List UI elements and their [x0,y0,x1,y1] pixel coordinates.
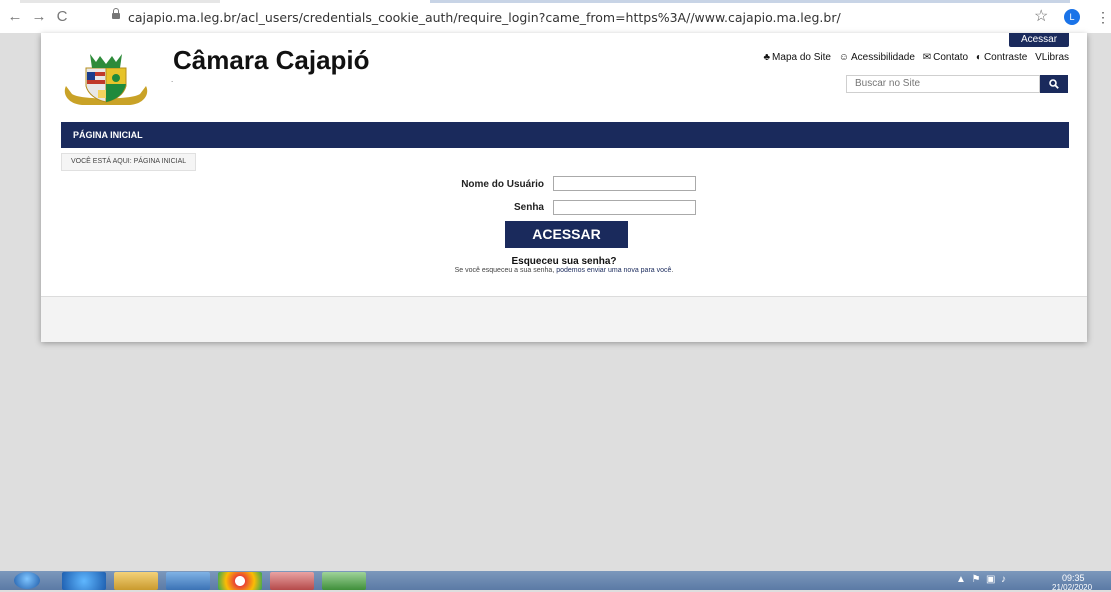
chrome-icon[interactable] [218,572,262,590]
tab-strip-edge [20,0,220,3]
search-input[interactable] [846,75,1040,93]
main-navigation: PÁGINA INICIAL [61,122,1069,148]
lock-icon [112,8,120,19]
accessibility-link[interactable]: ☺ Acessibilidade [839,52,915,63]
sitemap-link[interactable]: ♣ Mapa do Site [763,52,831,63]
username-input[interactable] [553,176,696,191]
utility-links: ♣ Mapa do Site ☺ Acessibilidade ✉ Contato ◐… [41,52,1069,63]
contrast-link[interactable]: ◐ Contraste [976,52,1027,63]
start-button[interactable] [14,572,40,589]
file-explorer-icon[interactable] [114,572,158,590]
page-viewport: Câmara Cajapió . Acessar ♣ Mapa do Site ☺… [0,33,1111,571]
login-submit-button[interactable]: ACESSAR [505,221,628,248]
browser-menu-icon[interactable]: ⋮ [1096,7,1110,27]
footer [41,296,1087,342]
breadcrumb: VOCÊ ESTÁ AQUI: PÁGINA INICIAL [61,153,197,171]
browser-toolbar: ← → C cajapio.ma.leg.br/acl_users/creden… [0,0,1111,33]
site-container: Câmara Cajapió . Acessar ♣ Mapa do Site ☺… [41,33,1087,342]
forgot-password-text: Se você esqueceu a sua senha, podemos en… [41,267,1087,274]
contrast-icon: ◐ [975,52,982,63]
clock-time[interactable]: 09:35 [1062,573,1085,583]
address-bar[interactable]: cajapio.ma.leg.br/acl_users/credentials_… [101,7,1047,28]
envelope-icon: ✉ [922,52,932,63]
accessibility-icon: ☺ [838,52,849,63]
media-player-icon[interactable] [166,572,210,590]
profile-avatar[interactable]: L [1064,9,1080,25]
contrast-link-label: Contraste [983,52,1028,63]
clock-date[interactable]: 21/02/2020 [1052,583,1092,592]
forgot-password-title: Esqueceu sua senha? [511,256,617,267]
address-bar-url: cajapio.ma.leg.br/acl_users/credentials_… [128,10,841,25]
internet-explorer-icon[interactable] [62,572,106,590]
password-label: Senha [513,202,544,213]
contact-link-label: Contato [933,52,969,63]
reset-password-link[interactable]: podemos enviar uma nova para você [556,267,671,274]
forward-arrow-icon[interactable]: → [30,8,48,26]
back-arrow-icon[interactable]: ← [6,8,24,26]
search-button[interactable] [1040,75,1068,93]
system-tray[interactable]: ▲ ⚑ ▣ ♪ [956,574,1006,585]
windows-taskbar: ▲ ⚑ ▣ ♪ 09:35 21/02/2020 [0,571,1111,592]
sitemap-icon: ♣ [763,52,771,63]
sitemap-link-label: Mapa do Site [772,52,831,63]
vlibras-link[interactable]: VLibras [1035,52,1069,63]
tab-strip-edge [430,0,1070,3]
accessibility-link-label: Acessibilidade [850,52,915,63]
contact-link[interactable]: ✉ Contato [923,52,968,63]
login-access-button[interactable]: Acessar [1009,33,1069,47]
forgot-password-suffix: . [671,267,674,274]
site-subtitle: . [171,75,174,84]
nav-item-home[interactable]: PÁGINA INICIAL [61,122,155,148]
bookmark-star-icon[interactable]: ☆ [1034,7,1048,27]
username-label: Nome do Usuário [461,179,544,190]
password-input[interactable] [553,200,696,215]
snipping-tool-icon[interactable] [270,572,314,590]
forgot-password-prefix: Se você esqueceu a sua senha, [454,267,557,274]
reload-icon[interactable]: C [53,8,71,26]
search-icon [1049,79,1059,89]
app-icon[interactable] [322,572,366,590]
